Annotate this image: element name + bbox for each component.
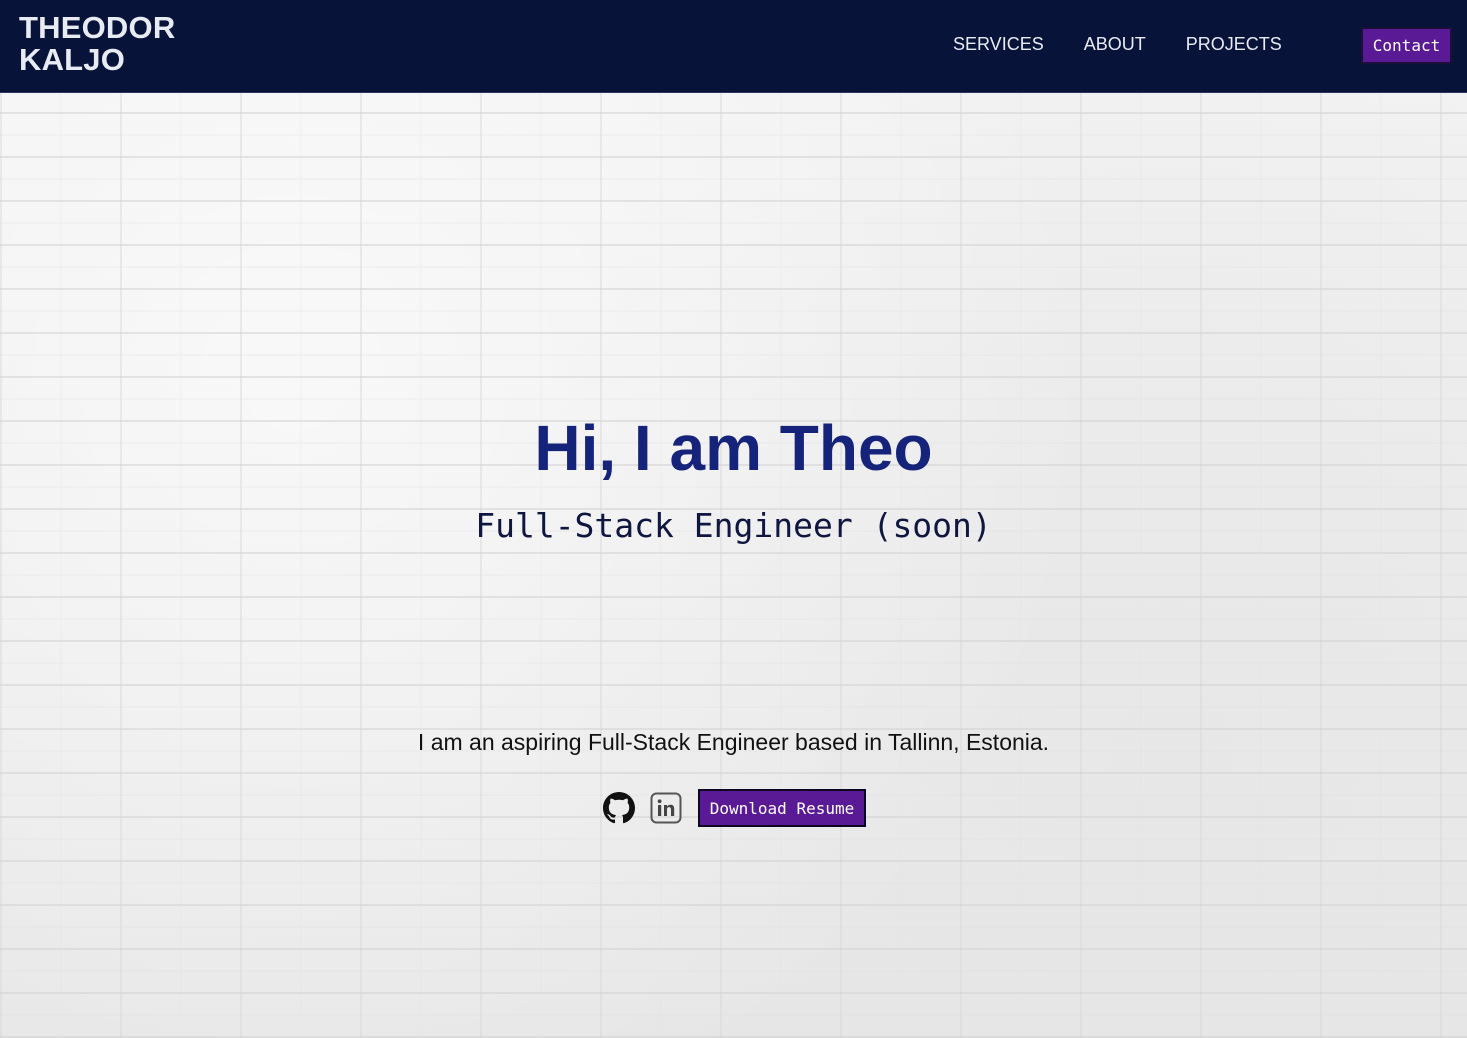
main-nav: SERVICES ABOUT PROJECTS [953, 34, 1322, 55]
logo-last-name: KALJO [19, 42, 126, 77]
intro-text: I am an aspiring Full-Stack Engineer bas… [417, 729, 1050, 755]
hero-title: Hi, I am Theo [534, 412, 933, 484]
hero-subtitle: Full-Stack Engineer (soon) [475, 506, 992, 545]
nav-projects[interactable]: PROJECTS [1186, 34, 1282, 55]
site-logo[interactable]: THEODOR KALJO [19, 12, 175, 76]
download-resume-button[interactable]: Download Resume [698, 789, 866, 827]
linkedin-icon[interactable] [650, 792, 682, 824]
github-icon[interactable] [603, 792, 635, 824]
brick-texture-overlay [0, 93, 1467, 1038]
social-links: Download Resume [603, 789, 866, 827]
contact-button[interactable]: Contact [1361, 27, 1452, 64]
nav-services[interactable]: SERVICES [953, 34, 1044, 55]
site-header: THEODOR KALJO SERVICES ABOUT PROJECTS Co… [0, 0, 1467, 93]
logo-first-name: THEODOR [19, 10, 176, 45]
nav-about[interactable]: ABOUT [1084, 34, 1146, 55]
